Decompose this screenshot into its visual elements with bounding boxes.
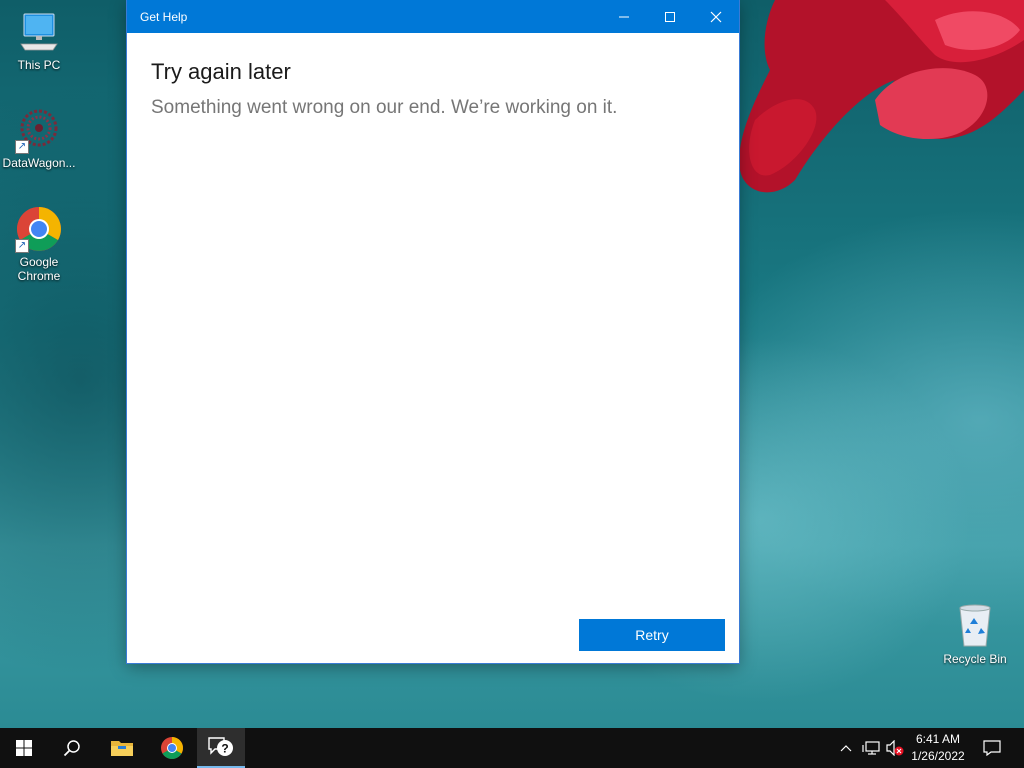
search-icon — [63, 740, 80, 757]
chrome-icon: ↗ — [15, 205, 63, 253]
notification-icon — [983, 740, 1001, 756]
network-icon — [862, 741, 880, 755]
taskbar-clock[interactable]: 6:41 AM 1/26/2022 — [906, 731, 970, 765]
minimize-button[interactable] — [601, 0, 647, 33]
minimize-icon — [619, 16, 629, 17]
taskbar-file-explorer[interactable] — [98, 728, 146, 768]
desktop-icon-this-pc[interactable]: This PC — [1, 8, 77, 72]
title-bar[interactable]: Get Help — [127, 0, 739, 33]
desktop-icon-label: Recycle Bin — [943, 652, 1007, 666]
error-message: Something went wrong on our end. We’re w… — [151, 97, 618, 118]
desktop-icon-label: This PC — [17, 58, 61, 72]
maximize-icon — [665, 11, 675, 22]
desktop-icon-google-chrome[interactable]: ↗ Google Chrome — [1, 205, 77, 283]
clock-date: 1/26/2022 — [911, 749, 965, 763]
taskbar-chrome[interactable] — [148, 728, 196, 768]
chrome-icon — [161, 737, 183, 759]
shortcut-arrow-icon: ↗ — [15, 239, 29, 253]
show-hidden-icons-button[interactable] — [836, 728, 856, 768]
close-icon — [710, 11, 722, 22]
retry-button[interactable]: Retry — [579, 619, 725, 651]
close-button[interactable] — [693, 0, 739, 33]
get-help-window[interactable]: Get Help Try again later Something went … — [127, 0, 739, 663]
window-title: Get Help — [140, 9, 188, 24]
desktop-icon-label: DataWagon... — [2, 156, 76, 170]
start-icon — [16, 740, 32, 756]
search-button[interactable] — [48, 728, 96, 768]
desktop-icon-label: Google Chrome — [17, 255, 61, 283]
action-center-button[interactable] — [976, 728, 1008, 768]
start-button[interactable] — [0, 728, 48, 768]
clock-time: 6:41 AM — [915, 732, 961, 746]
desktop-icon-datawagon[interactable]: ↗ DataWagon... — [1, 106, 77, 170]
desktop-icon-recycle-bin[interactable]: Recycle Bin — [937, 602, 1013, 666]
taskbar: ? 6:41 AM 1/26/2022 — [0, 728, 1024, 768]
chevron-up-icon — [840, 745, 852, 752]
recycle-bin-icon — [951, 602, 999, 650]
volume-button[interactable] — [884, 728, 906, 768]
window-content: Try again later Something went wrong on … — [127, 33, 739, 119]
error-heading: Try again later — [151, 59, 291, 84]
maximize-button[interactable] — [647, 0, 693, 33]
datawagon-icon: ↗ — [15, 106, 63, 154]
network-button[interactable] — [860, 728, 882, 768]
shortcut-arrow-icon: ↗ — [15, 140, 29, 154]
file-explorer-icon — [111, 741, 133, 756]
wallpaper-flower — [739, 0, 1024, 193]
computer-icon — [15, 8, 63, 56]
taskbar-get-help[interactable]: ? — [197, 728, 245, 768]
volume-muted-icon — [886, 740, 904, 756]
svg-text:?: ? — [221, 742, 228, 756]
get-help-icon: ? — [208, 737, 233, 756]
